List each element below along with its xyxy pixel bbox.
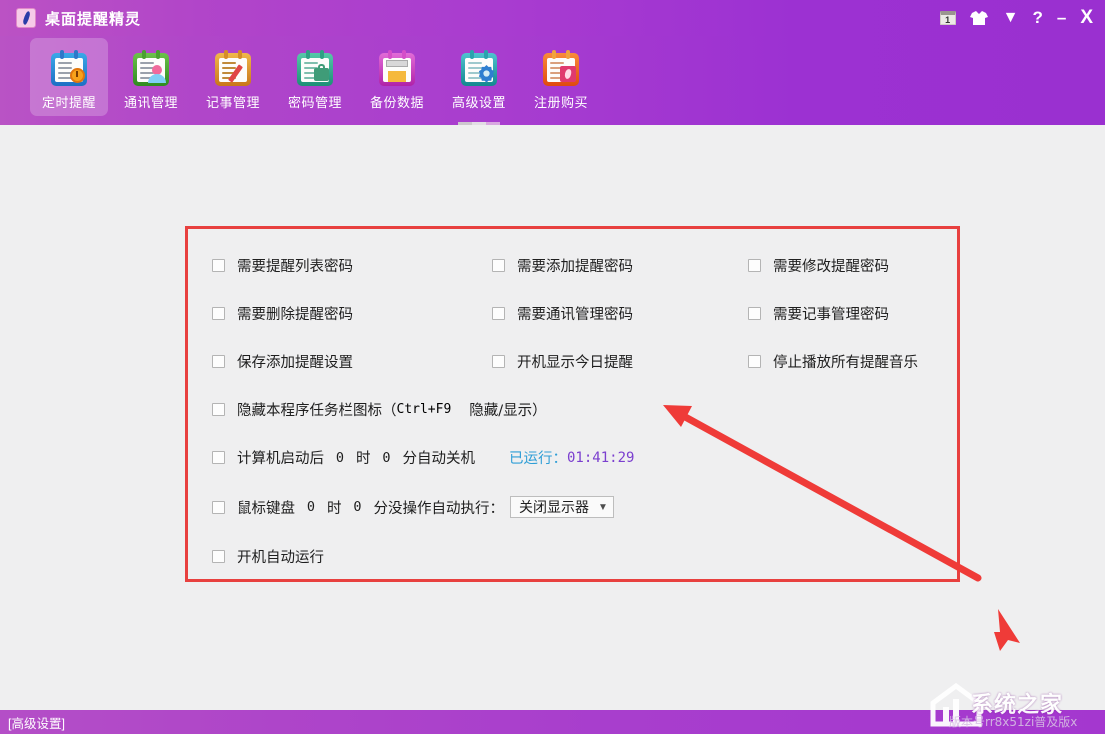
settings-gear-icon: [457, 45, 501, 89]
tab-label: 备份数据: [369, 95, 424, 110]
checkbox-box[interactable]: [748, 355, 761, 368]
notes-pencil-icon: [211, 45, 255, 89]
idle-action-select[interactable]: 关闭显示器 ▼: [510, 496, 614, 518]
tab-label: 通讯管理: [123, 95, 178, 110]
checkbox-label: 保存添加提醒设置: [237, 355, 353, 371]
settings-panel: 需要提醒列表密码 需要添加提醒密码 需要修改提醒密码 需要删除提醒密码 需要通讯…: [0, 125, 1105, 710]
calendar-icon[interactable]: 1: [939, 11, 956, 25]
checkbox-box[interactable]: [492, 307, 505, 320]
help-button[interactable]: ?: [1032, 3, 1042, 33]
register-buy-icon: [539, 45, 583, 89]
checkbox-label: 开机显示今日提醒: [517, 355, 633, 371]
app-title: 桌面提醒精灵: [45, 10, 142, 28]
contacts-icon: [129, 45, 173, 89]
checkbox-box[interactable]: [212, 550, 225, 563]
idle-hours-unit: 时: [327, 500, 342, 517]
tab-label: 定时提醒: [41, 95, 96, 110]
checkbox-box[interactable]: [212, 451, 225, 464]
checkbox-label: 停止播放所有提醒音乐: [773, 355, 918, 371]
tab-label: 密码管理: [287, 95, 342, 110]
tab-timed-reminder[interactable]: 定时提醒: [30, 38, 108, 116]
checkbox-need-contacts-manage-password[interactable]: 需要通讯管理密码: [492, 303, 633, 324]
checkbox-box[interactable]: [748, 307, 761, 320]
checkbox-show-today-reminder-on-boot[interactable]: 开机显示今日提醒: [492, 351, 633, 372]
hide-taskbar-prefix: 隐藏本程序任务栏图标（: [237, 403, 397, 419]
title-bar: 桌面提醒精灵 1 ▼ ? – X: [0, 0, 1105, 36]
close-button[interactable]: X: [1080, 3, 1093, 33]
auto-shutdown-hours-input[interactable]: 0: [333, 450, 347, 466]
checkbox-need-reminder-list-password[interactable]: 需要提醒列表密码: [212, 255, 353, 276]
auto-shutdown-hours-unit: 时: [356, 451, 371, 467]
checkbox-save-add-reminder-settings[interactable]: 保存添加提醒设置: [212, 351, 353, 372]
password-bag-icon: [293, 45, 337, 89]
idle-action-prefix: 鼠标键盘: [237, 500, 295, 517]
app-logo-icon: [16, 8, 36, 28]
idle-minutes-input[interactable]: 0: [351, 499, 365, 515]
uptime-label: 已运行：: [509, 451, 567, 467]
checkbox-box[interactable]: [212, 307, 225, 320]
checkbox-box[interactable]: [492, 355, 505, 368]
tab-advanced-settings[interactable]: 高级设置: [440, 38, 518, 126]
main-toolbar: 定时提醒 通讯管理 记事管理 密码管理 备份数据 高级设置 注册购买: [0, 36, 1105, 126]
row-auto-shutdown[interactable]: 计算机启动后 0 时 0 分自动关机 已运行： 01:41:29: [212, 447, 634, 468]
checkbox-need-add-reminder-password[interactable]: 需要添加提醒密码: [492, 255, 633, 276]
tab-label: 注册购买: [533, 95, 588, 110]
checkbox-label: 需要添加提醒密码: [517, 259, 633, 275]
shirt-icon[interactable]: [969, 10, 989, 26]
checkbox-box[interactable]: [212, 403, 225, 416]
settings-rows: 需要提醒列表密码 需要添加提醒密码 需要修改提醒密码 需要删除提醒密码 需要通讯…: [0, 125, 1105, 710]
row-idle-action[interactable]: 鼠标键盘 0 时 0 分没操作自动执行： 关闭显示器 ▼: [212, 496, 614, 518]
checkbox-box[interactable]: [492, 259, 505, 272]
checkbox-need-notes-manage-password[interactable]: 需要记事管理密码: [748, 303, 889, 324]
hide-taskbar-hotkey: Ctrl+F9: [396, 402, 452, 417]
checkbox-hide-taskbar-icon[interactable]: 隐藏本程序任务栏图标（ Ctrl+F9 隐藏/显示）: [212, 399, 547, 420]
checkbox-auto-run-on-boot[interactable]: 开机自动运行: [212, 546, 324, 567]
status-text: [高级设置]: [8, 716, 65, 731]
auto-shutdown-minutes-input[interactable]: 0: [380, 450, 394, 466]
checkbox-need-delete-reminder-password[interactable]: 需要删除提醒密码: [212, 303, 353, 324]
tab-label: 记事管理: [205, 95, 260, 110]
checkbox-box[interactable]: [748, 259, 761, 272]
checkbox-label: 开机自动运行: [237, 550, 324, 566]
minimize-button[interactable]: –: [1057, 3, 1066, 33]
chevron-down-icon: ▼: [598, 501, 608, 513]
checkbox-stop-all-reminder-music[interactable]: 停止播放所有提醒音乐: [748, 351, 918, 372]
tab-label: 高级设置: [451, 95, 506, 110]
checkbox-box[interactable]: [212, 259, 225, 272]
tab-register-buy[interactable]: 注册购买: [522, 38, 600, 116]
calendar-clock-icon: [47, 45, 91, 89]
uptime-value: 01:41:29: [567, 449, 635, 466]
hide-taskbar-suffix: 隐藏/显示）: [469, 403, 547, 419]
auto-shutdown-prefix: 计算机启动后: [237, 451, 324, 467]
tab-backup-data[interactable]: 备份数据: [358, 38, 436, 116]
checkbox-box[interactable]: [212, 500, 225, 514]
checkbox-label: 需要提醒列表密码: [237, 259, 353, 275]
tab-password-manage[interactable]: 密码管理: [276, 38, 354, 116]
backup-disk-icon: [375, 45, 419, 89]
tab-notes-manage[interactable]: 记事管理: [194, 38, 272, 116]
checkbox-label: 需要通讯管理密码: [517, 307, 633, 323]
checkbox-need-modify-reminder-password[interactable]: 需要修改提醒密码: [748, 255, 889, 276]
checkbox-label: 需要记事管理密码: [773, 307, 889, 323]
auto-shutdown-minutes-unit: 分自动关机: [402, 451, 476, 467]
idle-hours-input[interactable]: 0: [304, 499, 318, 515]
idle-minutes-unit: 分没操作自动执行：: [373, 500, 505, 517]
status-bar: [高级设置]: [0, 710, 1105, 734]
checkbox-label: 需要删除提醒密码: [237, 307, 353, 323]
checkbox-label: 需要修改提醒密码: [773, 259, 889, 275]
checkbox-box[interactable]: [212, 355, 225, 368]
tab-contacts-manage[interactable]: 通讯管理: [112, 38, 190, 116]
chevron-down-icon[interactable]: ▼: [1003, 3, 1019, 33]
idle-action-selected-value: 关闭显示器: [519, 499, 589, 515]
